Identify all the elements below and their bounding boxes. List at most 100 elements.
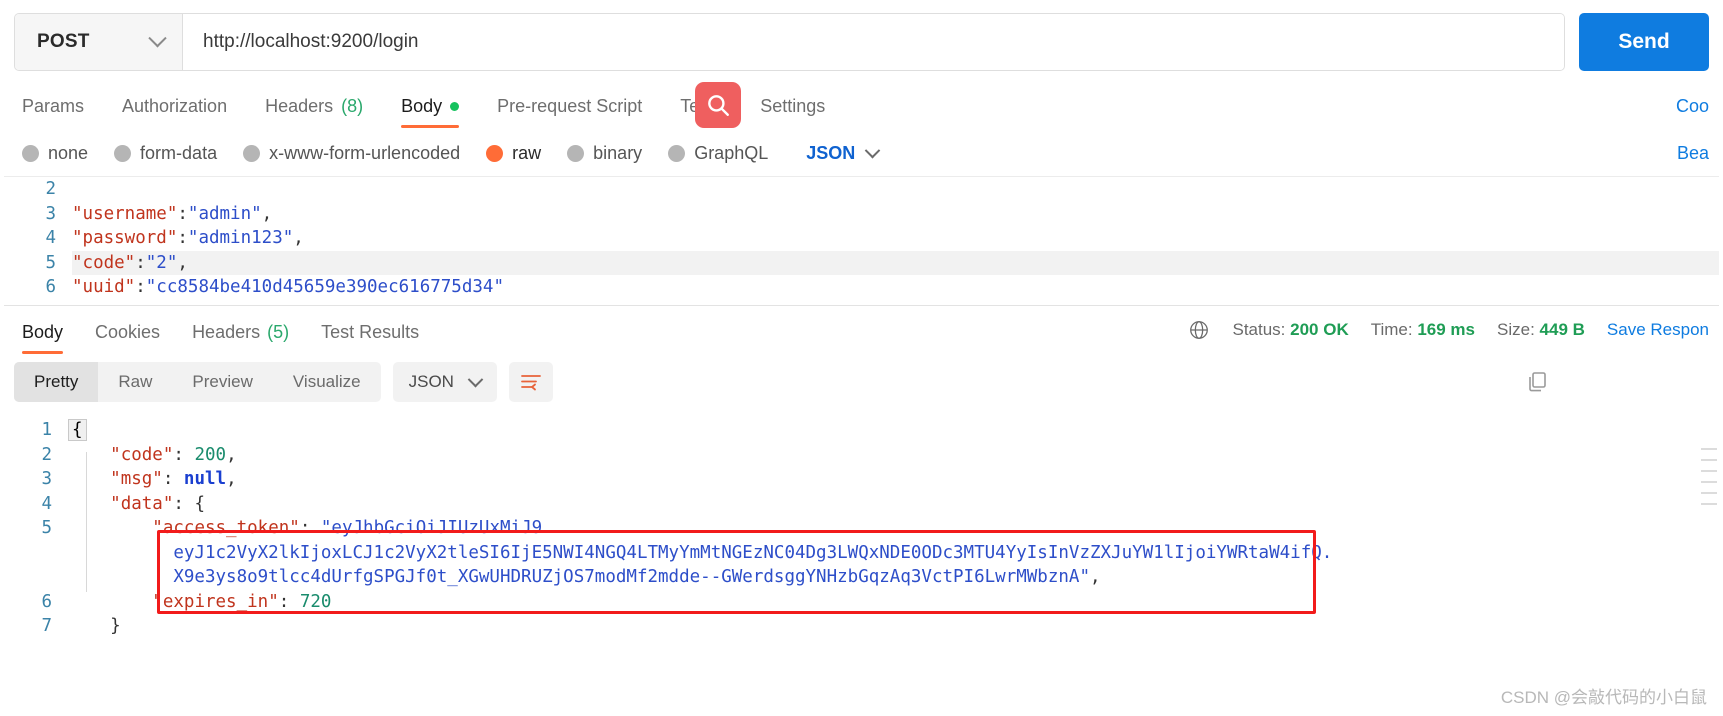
code-text: } — [68, 614, 121, 639]
size-badge: Size: 449 B — [1497, 320, 1585, 340]
line-number: 4 — [41, 493, 52, 514]
code-token: "admin123" — [187, 228, 294, 248]
fold-rail — [86, 452, 87, 592]
code-token: : { — [173, 493, 205, 514]
code-token: "code" — [110, 444, 174, 465]
request-body-editor[interactable]: 2 3 "username":"admin", 4 "password":"admin1… — [4, 176, 1719, 306]
send-button[interactable]: Send — [1579, 13, 1709, 71]
view-mode-pretty[interactable]: Pretty — [14, 362, 99, 402]
tab-pre-request-script[interactable]: Pre-request Script — [497, 96, 642, 128]
body-type-form-data-label: form-data — [140, 142, 218, 163]
body-type-raw[interactable]: raw — [486, 143, 541, 164]
body-modified-dot-icon — [450, 102, 460, 111]
code-token: "access_token" — [152, 518, 300, 538]
code-token: : — [278, 591, 300, 612]
tab-settings[interactable]: Settings — [760, 96, 825, 128]
code-token: "code" — [72, 252, 136, 273]
view-mode-raw[interactable]: Raw — [98, 362, 172, 402]
response-body-viewer[interactable]: 1{2 "code": 200, 3 "msg": null, 4 "data": … — [0, 412, 1723, 662]
code-token: "expires_in" — [152, 591, 279, 612]
response-tab-headers[interactable]: Headers (5) — [192, 322, 289, 354]
code-token: : — [177, 228, 188, 248]
body-type-binary[interactable]: binary — [567, 143, 642, 164]
code-token: : — [135, 277, 146, 297]
code-text: "msg": null, — [68, 467, 236, 492]
code-text: "username":"admin", — [72, 202, 272, 227]
tab-params-label: Params — [22, 96, 85, 116]
request-code-line: 4 "password":"admin123", — [4, 226, 1719, 251]
line-number: 2 — [41, 444, 52, 465]
search-icon[interactable] — [695, 82, 741, 128]
response-tab-test-results[interactable]: Test Results — [321, 322, 419, 354]
code-token: , — [261, 203, 273, 224]
response-tab-cookies-label: Cookies — [95, 322, 161, 342]
code-text: "code":"2", — [72, 250, 1719, 275]
body-type-graphql[interactable]: GraphQL — [668, 143, 768, 164]
line-number: 4 — [45, 228, 56, 248]
code-token: "data" — [110, 493, 174, 514]
tab-settings-label: Settings — [760, 96, 826, 116]
response-format-select[interactable]: JSON — [392, 362, 497, 402]
save-response-button[interactable]: Save Respon — [1607, 320, 1709, 340]
body-type-none[interactable]: none — [22, 143, 88, 164]
line-number: 7 — [41, 616, 52, 636]
word-wrap-toggle[interactable] — [508, 362, 553, 402]
http-method-label: POST — [37, 31, 90, 52]
radio-icon — [567, 144, 585, 162]
body-type-row: none form-data x-www-form-urlencoded raw… — [0, 128, 1723, 176]
cookies-link[interactable]: Coo — [1676, 96, 1709, 117]
code-token: X9e3ys8o9tlcc4dUrfgSPGJf0t_XGwUHDRUZjOS7… — [173, 567, 1090, 587]
code-token: : — [162, 469, 184, 489]
code-token: : — [177, 203, 188, 224]
code-text: "password":"admin123", — [72, 226, 304, 251]
code-token: null — [183, 469, 227, 489]
request-url-bar: POST Send — [0, 0, 1723, 82]
code-token: , — [293, 228, 304, 248]
code-token: "password" — [72, 228, 178, 248]
body-type-graphql-label: GraphQL — [694, 142, 769, 163]
response-tab-headers-label: Headers — [192, 322, 261, 342]
response-tab-body-label: Body — [22, 322, 64, 342]
response-tab-test-results-label: Test Results — [321, 322, 420, 342]
line-number: 5 — [45, 252, 56, 273]
line-number: 6 — [45, 277, 56, 297]
request-url-input[interactable] — [183, 14, 1564, 70]
response-code-line: eyJ1c2VyX2lkIjoxLCJ1c2VyX2tleSI6IjE5NWI4… — [0, 541, 1723, 566]
time-badge: Time: 169 ms — [1371, 320, 1475, 340]
body-type-binary-label: binary — [593, 142, 643, 163]
response-toolbar: Pretty Raw Preview Visualize JSON — [0, 354, 1723, 412]
tab-headers[interactable]: Headers (8) — [265, 96, 363, 128]
copy-response-button[interactable] — [1521, 366, 1553, 398]
tab-authorization[interactable]: Authorization — [122, 96, 227, 128]
chevron-down-icon — [864, 142, 881, 158]
beautify-link[interactable]: Bea — [1677, 143, 1709, 164]
view-mode-preview[interactable]: Preview — [172, 362, 272, 402]
tab-body[interactable]: Body — [401, 96, 460, 128]
response-tab-body[interactable]: Body — [22, 322, 64, 354]
code-token: "uuid" — [72, 277, 136, 297]
method-url-group: POST — [14, 13, 1565, 71]
time-value: 169 ms — [1417, 320, 1476, 339]
response-view-mode-group: Pretty Raw Preview Visualize — [14, 362, 381, 402]
response-code-line: X9e3ys8o9tlcc4dUrfgSPGJf0t_XGwUHDRUZjOS7… — [0, 565, 1723, 590]
code-token: , — [177, 252, 188, 273]
http-method-select[interactable]: POST — [15, 14, 183, 70]
code-token: "2" — [145, 252, 178, 273]
response-tab-cookies[interactable]: Cookies — [95, 322, 160, 354]
code-token: "username" — [72, 203, 178, 224]
request-format-select[interactable]: JSON — [806, 142, 881, 164]
body-type-raw-label: raw — [512, 142, 542, 163]
status-value: 200 OK — [1290, 320, 1349, 339]
code-text: "expires_in": 720 — [68, 590, 331, 615]
radio-icon — [668, 144, 686, 162]
body-type-form-data[interactable]: form-data — [114, 143, 217, 164]
view-mode-visualize[interactable]: Visualize — [273, 362, 381, 402]
code-token: : — [173, 444, 195, 465]
tab-params[interactable]: Params — [22, 96, 84, 128]
body-type-urlencoded[interactable]: x-www-form-urlencoded — [243, 143, 460, 164]
tab-authorization-label: Authorization — [122, 96, 228, 116]
code-token: , — [1089, 567, 1101, 587]
code-token: 200 — [194, 444, 227, 465]
body-type-urlencoded-label: x-www-form-urlencoded — [269, 142, 461, 163]
chevron-down-icon — [148, 28, 167, 47]
